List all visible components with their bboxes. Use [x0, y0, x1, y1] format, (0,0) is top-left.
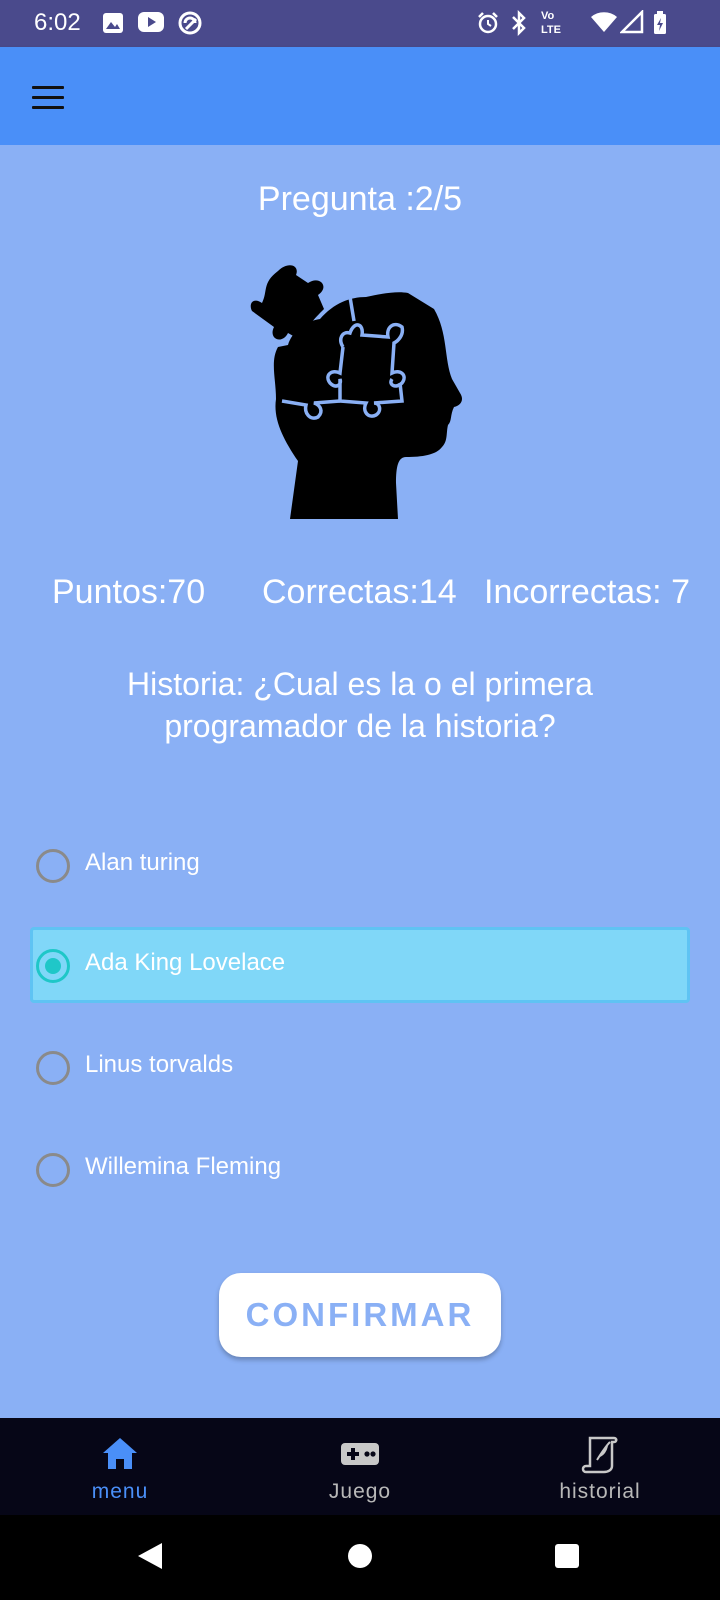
nav-label: menu	[91, 1480, 149, 1503]
signal-icon	[620, 10, 644, 34]
nav-item-juego[interactable]: Juego	[240, 1418, 480, 1515]
bluetooth-icon	[512, 10, 526, 36]
nav-label: historial	[559, 1480, 641, 1503]
network-label: Vo LTE	[541, 10, 561, 36]
home-circle-icon[interactable]	[347, 1543, 373, 1569]
hamburger-line	[32, 95, 64, 99]
sync-icon	[178, 11, 202, 35]
back-icon[interactable]	[136, 1541, 164, 1571]
answer-label: Linus torvalds	[85, 1051, 234, 1078]
answer-option-1[interactable]: Alan turing	[30, 827, 690, 903]
hamburger-menu-button[interactable]	[24, 73, 72, 121]
alarm-icon	[478, 12, 498, 34]
quiz-content: Pregunta :2/5 Puntos:70 Correctas:14 Inc…	[0, 145, 720, 1418]
system-navigation-bar	[0, 1515, 720, 1600]
wifi-icon	[591, 12, 617, 32]
answer-option-3[interactable]: Linus torvalds	[30, 1029, 690, 1105]
correct-stat: Correctas:14	[262, 573, 457, 611]
radio-button[interactable]	[36, 849, 70, 883]
app-bar	[0, 47, 720, 145]
answer-label: Alan turing	[85, 849, 200, 876]
home-icon	[103, 1438, 137, 1469]
nav-item-historial[interactable]: historial	[480, 1418, 720, 1515]
youtube-icon	[138, 12, 164, 32]
score-stats: Puntos:70 Correctas:14 Incorrectas: 7	[0, 573, 720, 623]
bottom-navigation: menu Juego historial	[0, 1418, 720, 1515]
hamburger-line	[32, 105, 64, 109]
radio-button[interactable]	[36, 1051, 70, 1085]
answer-option-2[interactable]: Ada King Lovelace	[30, 927, 690, 1003]
question-text: Historia: ¿Cual es la o el primera progr…	[127, 666, 593, 744]
gamepad-icon	[341, 1443, 379, 1465]
answer-label: Ada King Lovelace	[85, 949, 286, 976]
status-time: 6:02	[34, 9, 81, 36]
head-puzzle-icon	[250, 265, 462, 519]
question-progress: Pregunta :2/5	[257, 180, 463, 218]
incorrect-stat: Incorrectas: 7	[484, 573, 690, 611]
nav-label: Juego	[328, 1480, 392, 1503]
nav-item-menu[interactable]: menu	[0, 1418, 240, 1515]
answer-option-4[interactable]: Willemina Fleming	[30, 1131, 690, 1207]
gallery-icon	[103, 13, 123, 33]
answer-label: Willemina Fleming	[85, 1153, 282, 1180]
confirm-button[interactable]: CONFIRMAR	[219, 1273, 501, 1357]
points-stat: Puntos:70	[52, 573, 206, 611]
radio-button-checked[interactable]	[36, 949, 70, 983]
status-bar: 6:02 Vo LTE	[0, 0, 720, 47]
recents-icon[interactable]	[554, 1543, 580, 1569]
radio-button[interactable]	[36, 1153, 70, 1187]
hamburger-line	[32, 85, 64, 89]
battery-icon	[654, 11, 666, 34]
scroll-icon	[581, 1436, 618, 1474]
